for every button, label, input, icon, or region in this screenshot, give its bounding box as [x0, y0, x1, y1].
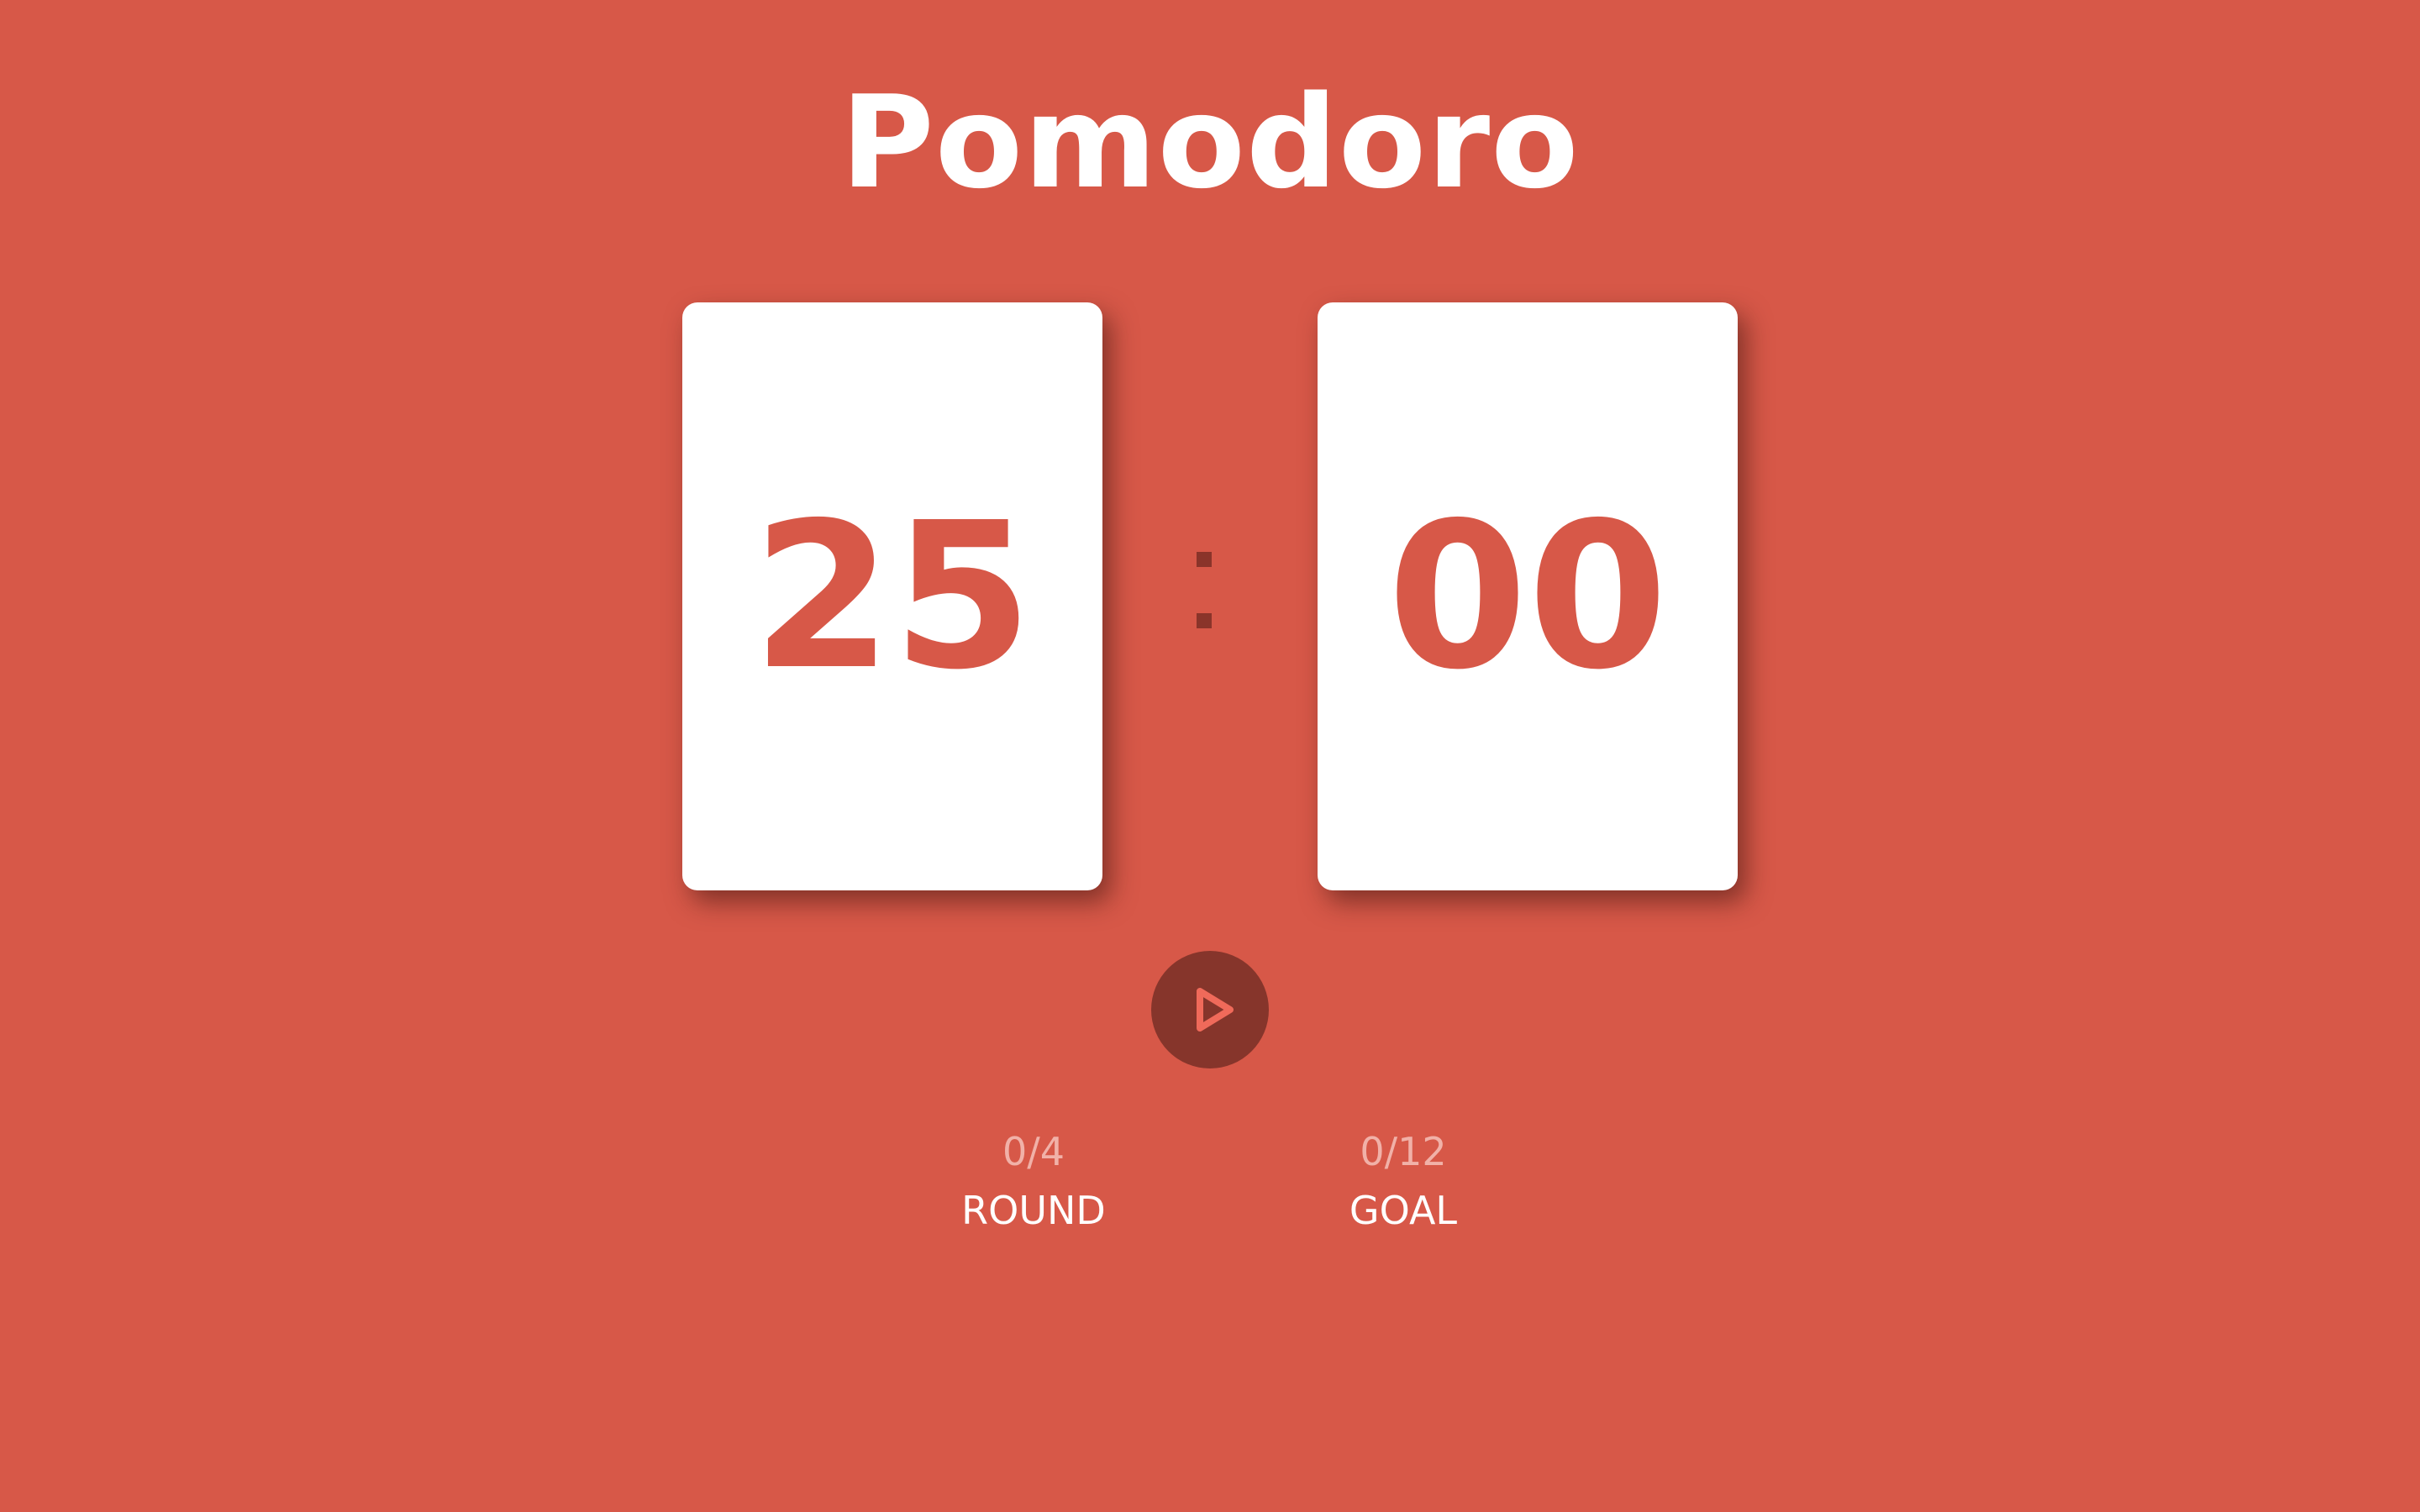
minutes-card: 25	[682, 302, 1102, 890]
goal-stat: 0/12 GOAL	[1277, 1122, 1529, 1240]
round-label: ROUND	[961, 1188, 1106, 1233]
play-icon	[1197, 988, 1234, 1032]
goal-label: GOAL	[1349, 1188, 1458, 1233]
seconds-card: 00	[1318, 302, 1738, 890]
colon-dot-top	[1197, 552, 1212, 567]
page-title: Pomodoro	[840, 68, 1580, 217]
colon-dot-bottom	[1197, 613, 1212, 628]
minutes-display: 25	[752, 479, 1033, 714]
goal-count: 0/12	[1360, 1129, 1447, 1174]
round-stat: 0/4 ROUND	[908, 1122, 1160, 1240]
pomodoro-app: Pomodoro 25 00 0/4 ROUND 0/12 GOAL	[0, 0, 2420, 1512]
colon-separator-icon	[1197, 548, 1223, 640]
play-button[interactable]	[1151, 951, 1269, 1068]
round-count: 0/4	[1002, 1129, 1065, 1174]
seconds-display: 00	[1387, 479, 1668, 714]
